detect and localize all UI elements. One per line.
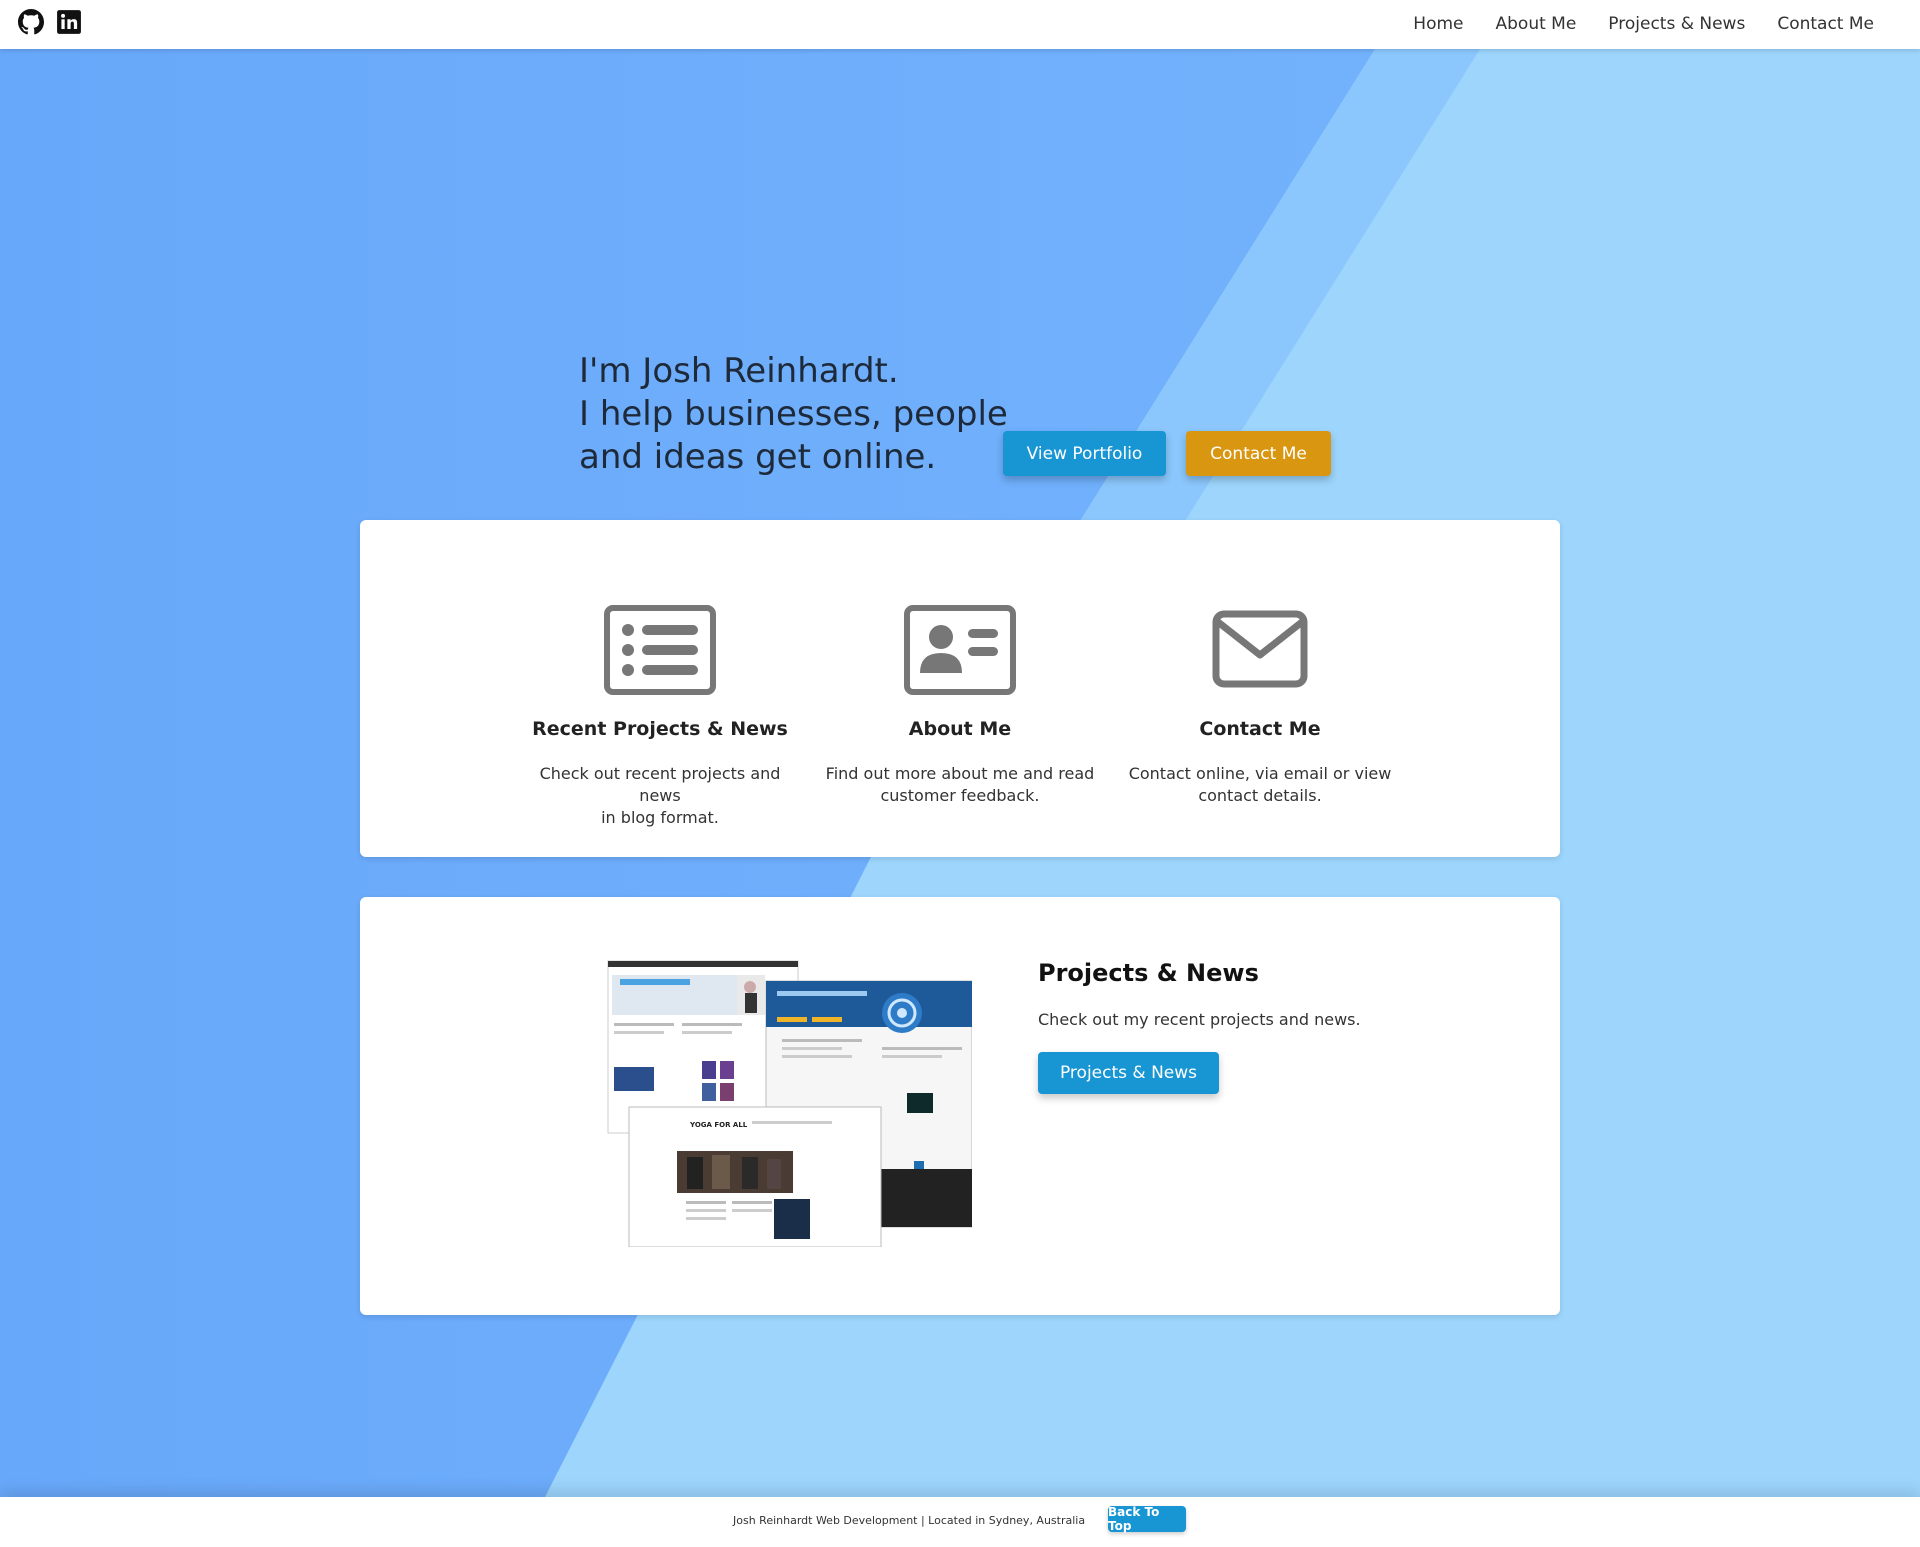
features-card: Recent Projects & News Check out recent … bbox=[360, 520, 1560, 857]
feature-about-title: About Me bbox=[908, 718, 1012, 740]
nav-about-link[interactable]: About Me bbox=[1480, 0, 1593, 49]
projects-news-button[interactable]: Projects & News bbox=[1038, 1052, 1219, 1094]
hero-line-2: I help businesses, people bbox=[579, 394, 1008, 434]
feature-about-desc-line-1: Find out more about me and read bbox=[825, 764, 1095, 783]
website-mockups-image: YOGA FOR ALL bbox=[607, 960, 972, 1247]
top-navbar: Home About Me Projects & News Contact Me bbox=[0, 0, 1920, 49]
feature-projects-desc-line-2: in blog format. bbox=[601, 808, 719, 827]
hero-line-3: and ideas get online. bbox=[579, 437, 937, 477]
social-links bbox=[18, 9, 82, 35]
nav-contact-link[interactable]: Contact Me bbox=[1761, 0, 1890, 49]
feature-projects-desc-line-1: Check out recent projects and news bbox=[539, 764, 781, 805]
feature-contact-desc-line-1: Contact online, via email or view bbox=[1128, 764, 1392, 783]
projects-description: Check out my recent projects and news. bbox=[1038, 1010, 1361, 1029]
feature-contact-desc-line-2: contact details. bbox=[1198, 786, 1322, 805]
hero-heading: I'm Josh Reinhardt. I help businesses, p… bbox=[579, 350, 1008, 479]
feature-projects-title: Recent Projects & News bbox=[532, 718, 788, 740]
linkedin-icon[interactable] bbox=[56, 9, 82, 35]
contact-me-button[interactable]: Contact Me bbox=[1186, 431, 1331, 476]
footer: Josh Reinhardt Web Development | Located… bbox=[0, 1497, 1920, 1547]
github-icon[interactable] bbox=[18, 9, 44, 35]
nav-projects-link[interactable]: Projects & News bbox=[1592, 0, 1761, 49]
list-icon bbox=[604, 605, 716, 695]
projects-card: YOGA FOR ALL Projects & News Check out m… bbox=[360, 897, 1560, 1315]
view-portfolio-button[interactable]: View Portfolio bbox=[1003, 431, 1166, 476]
id-card-icon bbox=[904, 605, 1016, 695]
feature-contact-desc: Contact online, via email or view contac… bbox=[1120, 763, 1400, 807]
footer-text: Josh Reinhardt Web Development | Located… bbox=[733, 1514, 1086, 1527]
feature-projects-desc: Check out recent projects and news in bl… bbox=[520, 763, 800, 829]
mockup-logo-text: YOGA FOR ALL bbox=[689, 1121, 748, 1129]
projects-title: Projects & News bbox=[1038, 959, 1259, 987]
feature-about-desc-line-2: customer feedback. bbox=[880, 786, 1040, 805]
mockup-front: YOGA FOR ALL bbox=[628, 1106, 882, 1247]
back-to-top-button[interactable]: Back To Top bbox=[1108, 1505, 1186, 1533]
feature-about-desc: Find out more about me and read customer… bbox=[820, 763, 1100, 807]
main-nav: Home About Me Projects & News Contact Me bbox=[1397, 0, 1890, 49]
nav-home-link[interactable]: Home bbox=[1397, 0, 1479, 49]
hero-line-1: I'm Josh Reinhardt. bbox=[579, 351, 899, 391]
feature-contact-title: Contact Me bbox=[1199, 718, 1321, 740]
envelope-icon bbox=[1212, 610, 1308, 688]
